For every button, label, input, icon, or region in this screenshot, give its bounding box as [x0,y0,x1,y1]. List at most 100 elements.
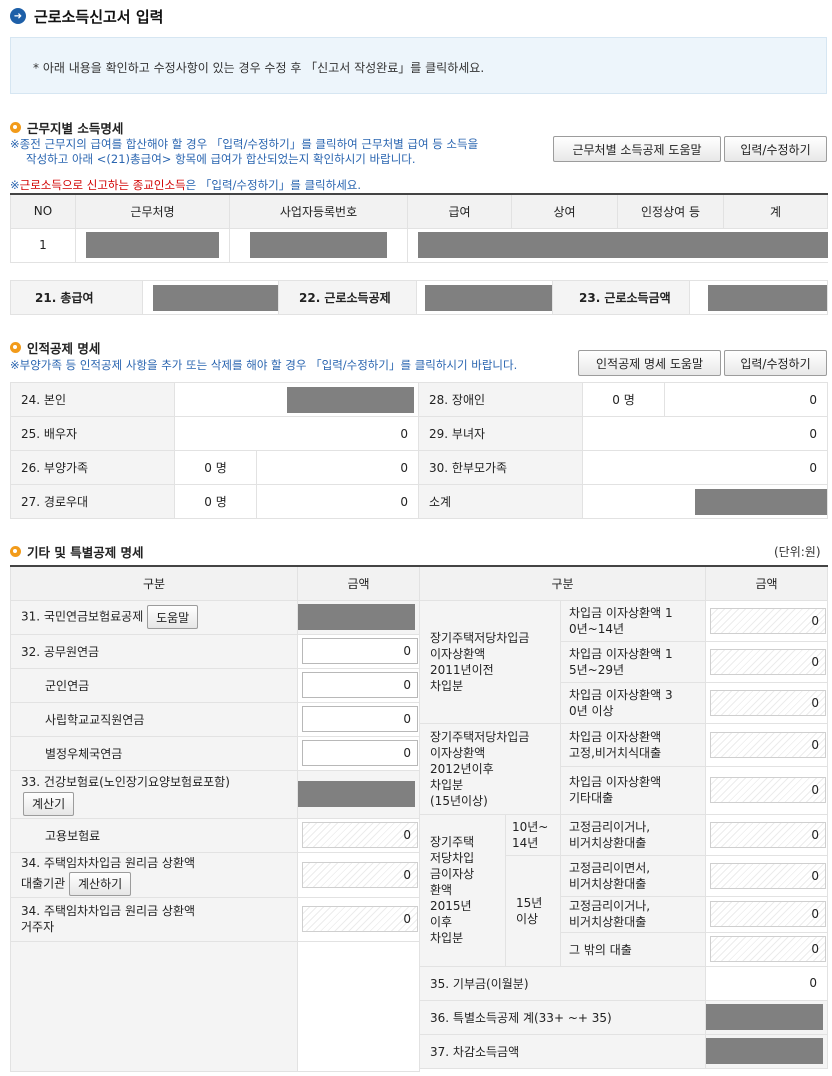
postal-pension-label: 별정우체국연금 [10,735,298,771]
elderly-count: 0 명 [174,484,257,519]
military-pension-input[interactable]: 0 [302,672,418,698]
s2015-a-input: 0 [710,821,827,848]
loan-lender-input: 0 [302,861,418,888]
s2015-a-line2: 비거치상환대출 [569,835,647,850]
s2015-d-input: 0 [710,936,827,962]
bullet-icon [10,342,21,353]
left-gubun-header: 구분 [10,565,298,601]
g2011-line: 차입분 [430,678,464,693]
other-deduction-left-table: 구분 금액 31. 국민연금보험료공제 도움말 32. 공무원연금 0 군인연금 … [10,565,420,1072]
s2012-a-line2: 고정,비거치식대출 [569,745,662,760]
single-parent-amount: 0 [582,450,828,485]
left-filler-amount [297,940,420,1072]
s2011-c-line2: 0년 이상 [569,703,614,718]
section-title: 기타 및 특별공제 명세 [27,545,144,560]
section-title: 인적공제 명세 [27,341,101,356]
col-bizno: 사업자등록번호 [229,193,408,229]
work-income-edit-button[interactable]: 입력/수정하기 [724,136,827,162]
donation-label: 35. 기부금(이월분) [418,965,707,1001]
s2015-d-label: 그 밖의 대출 [559,931,707,967]
unit-label: (단위:원) [774,545,821,559]
s2011-c-input: 0 [710,689,827,716]
redacted-subtotal [695,488,827,515]
hint-mark: ※ [10,178,20,192]
redacted-workplace [86,232,219,258]
s2011-a-line1: 차입금 이자상환액 1 [569,605,673,620]
loan-lender-label: 34. 주택임차차입금 원리금 상환액 [21,855,196,870]
col-total: 계 [723,193,828,229]
self-label: 24. 본인 [10,382,175,417]
s2011-b-line2: 5년~29년 [569,662,625,677]
g2012-line: 장기주택저당차입금 [430,729,530,744]
section-work-income: 근무지별 소득명세 [10,118,123,137]
subtotal-label: 소계 [418,484,583,519]
pension-help-button[interactable]: 도움말 [147,605,199,629]
personal-edit-button[interactable]: 입력/수정하기 [724,350,827,376]
teacher-pension-input[interactable]: 0 [302,706,418,732]
dependents-count: 0 명 [174,450,257,485]
period-10-line2: 14년 [512,835,539,850]
left-filler [10,940,298,1072]
donation-amount: 0 [705,965,829,1001]
loan-calc-button[interactable]: 계산하기 [69,871,132,896]
g2012-line: 이자상환액 [430,745,486,760]
s2015-b-input: 0 [710,862,827,889]
group-2015: 장기주택 저당차입 금이자상 환액 2015년 이후 차입분 [419,813,506,967]
s2012-b-line2: 기타대출 [569,791,614,805]
health-calc-button[interactable]: 계산기 [23,792,75,816]
redacted-amounts [418,232,828,258]
col-bonus: 상여 [511,193,618,229]
military-pension-label: 군인연금 [10,667,298,703]
bullet-icon [10,546,21,557]
pension-label: 31. 국민연금보험료공제 [21,609,144,624]
period-10-line1: 10년~ [512,819,549,834]
g2011-line: 2011년이전 [430,662,494,677]
disabled-label: 28. 장애인 [418,382,583,417]
dependents-label: 26. 부양가족 [10,450,175,485]
hint-line-1: ※종전 근무지의 급여를 합산해야 할 경우 「입력/수정하기」를 클릭하여 근… [10,137,479,151]
g2015-line: 환액 [430,883,453,897]
g2012-line: 차입분 [430,777,464,792]
row-no: 1 [10,227,76,263]
personal-help-button[interactable]: 인적공제 명세 도움말 [578,350,721,376]
group-2011: 장기주택저당차입금 이자상환액 2011년이전 차입분 [419,599,561,724]
g2011-line: 장기주택저당차입금 [430,630,530,645]
arrow-right-icon: ➜ [10,8,26,24]
health-insurance-label: 33. 건강보험료(노인장기요양보험료포함) [21,775,230,789]
s2015-c-line2: 비거치상환대출 [569,915,647,929]
earned-income-amount-label: 23. 근로소득금액 [552,280,690,315]
col-no: NO [10,193,76,229]
redacted-earned-amount [708,284,827,311]
s2012-a-line1: 차입금 이자상환액 [569,729,662,744]
redacted-total-salary [153,284,278,311]
right-gubun-header: 구분 [418,565,707,601]
woman-amount: 0 [582,416,828,451]
hint-line-2: 작성하고 아래 <(21)총급여> 항목에 급여가 합산되었는지 확인하시기 바… [26,152,416,166]
civil-pension-input[interactable]: 0 [302,638,418,664]
s2011-a-input: 0 [710,607,827,634]
earned-income-deduction-label: 22. 근로소득공제 [278,280,417,315]
section-title: 근무지별 소득명세 [27,121,124,136]
right-amount-header: 금액 [705,565,829,601]
total-salary-label: 21. 총급여 [10,280,143,315]
g2011-line: 이자상환액 [430,646,486,661]
disabled-count: 0 명 [582,382,665,417]
loan-resident-sub: 거주자 [21,920,55,934]
single-parent-label: 30. 한부모가족 [418,450,583,485]
period-15-line1: 15년 [516,895,543,910]
hint-red-text: 근로소득으로 신고하는 종교인소득 [19,178,186,192]
section-personal-deduction: 인적공제 명세 [10,338,100,357]
s2015-c-input: 0 [710,901,827,927]
personal-hint: ※부양가족 등 인적공제 사항을 추가 또는 삭제를 해야 할 경우 「입력/수… [10,358,518,372]
hint-line-3: ※근로소득으로 신고하는 종교인소득은 「입력/수정하기」를 클릭하세요. [10,178,361,193]
s2012-a-input: 0 [710,731,827,758]
income-summary-table: 21. 총급여 22. 근로소득공제 23. 근로소득금액 [10,280,828,315]
woman-label: 29. 부녀자 [418,416,583,451]
col-recognized-bonus: 인정상여 등 [617,193,724,229]
s2012-b-input: 0 [710,777,827,803]
loan-resident-input: 0 [302,906,418,932]
work-income-help-button[interactable]: 근무처별 소득공제 도움말 [553,136,721,162]
redacted-special-deduction [705,1004,824,1030]
loan-lender-sub: 대출기관 [21,876,66,890]
postal-pension-input[interactable]: 0 [302,740,418,766]
